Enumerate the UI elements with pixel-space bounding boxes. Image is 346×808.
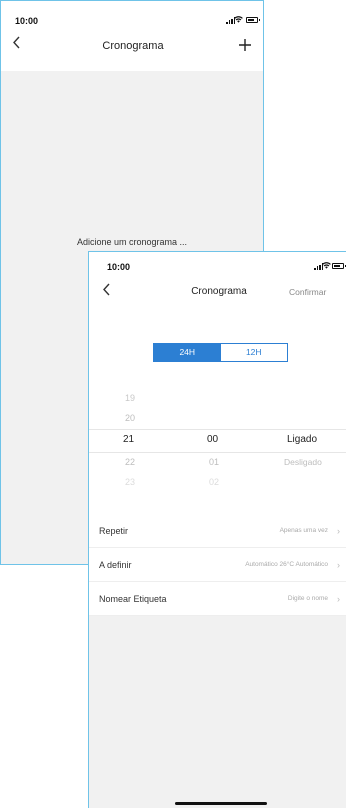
minute-option[interactable]: 01 [209,453,219,471]
settings-row-label[interactable]: Nomear Etiqueta Digite o nome › [89,582,346,616]
chevron-left-icon [13,36,20,49]
wifi-icon [322,262,331,269]
picker-row-selected: 21 00 Ligado [89,431,346,449]
time-picker-area: 10:00 Cronograma Confirmar 24H 12H 19 20… [89,252,346,514]
hour-option[interactable]: 20 [125,409,135,427]
confirm-button[interactable]: Confirmar [289,287,326,297]
header-area: 10:00 Cronograma [1,1,263,71]
hour-option-selected[interactable]: 21 [123,431,134,449]
back-button[interactable] [102,283,111,299]
picker-row: 20 [89,409,346,427]
schedule-settings-list: Repetir Apenas uma vez › A definir Autom… [89,514,346,616]
settings-label: Nomear Etiqueta [99,594,167,604]
settings-value: Apenas uma vez [279,527,328,534]
settings-label: A definir [99,560,132,570]
minute-option[interactable]: 02 [209,473,219,491]
status-time: 10:00 [107,262,131,272]
chevron-left-icon [103,283,110,296]
chevron-right-icon: › [337,526,340,536]
hour-option[interactable]: 23 [125,473,135,491]
format-12h-option[interactable]: 12H [220,344,287,361]
settings-row-repeat[interactable]: Repetir Apenas uma vez › [89,514,346,548]
minute-option-selected[interactable]: 00 [207,431,218,449]
state-option[interactable]: Desligado [284,453,322,471]
hour-option[interactable]: 22 [125,453,135,471]
home-indicator[interactable] [175,802,267,805]
chevron-right-icon: › [337,594,340,604]
battery-icon [332,263,346,269]
page-title: Cronograma [191,286,247,297]
time-format-toggle: 24H 12H [153,343,288,362]
settings-row-define[interactable]: A definir Automático 26°C Automático › [89,548,346,582]
chevron-right-icon: › [337,560,340,570]
picker-row: 22 01 Desligado [89,453,346,471]
schedule-edit-screen: 10:00 Cronograma Confirmar 24H 12H 19 20… [88,251,346,808]
hour-option[interactable]: 19 [125,389,135,407]
settings-value: Digite o nome [287,595,328,602]
state-option-selected[interactable]: Ligado [287,431,317,449]
format-24h-option[interactable]: 24H [154,344,221,361]
status-time: 10:00 [15,16,39,26]
add-schedule-button[interactable] [238,34,252,56]
plus-icon [239,39,251,51]
battery-icon [246,17,260,23]
settings-value: Automático 26°C Automático [245,561,328,568]
empty-state-message: Adicione um cronograma ... [76,237,188,247]
picker-row: 23 02 [89,473,346,491]
page-title: Cronograma [102,40,164,52]
wifi-icon [234,16,243,23]
back-button[interactable] [12,36,21,52]
picker-row: 19 [89,389,346,407]
settings-label: Repetir [99,526,129,536]
